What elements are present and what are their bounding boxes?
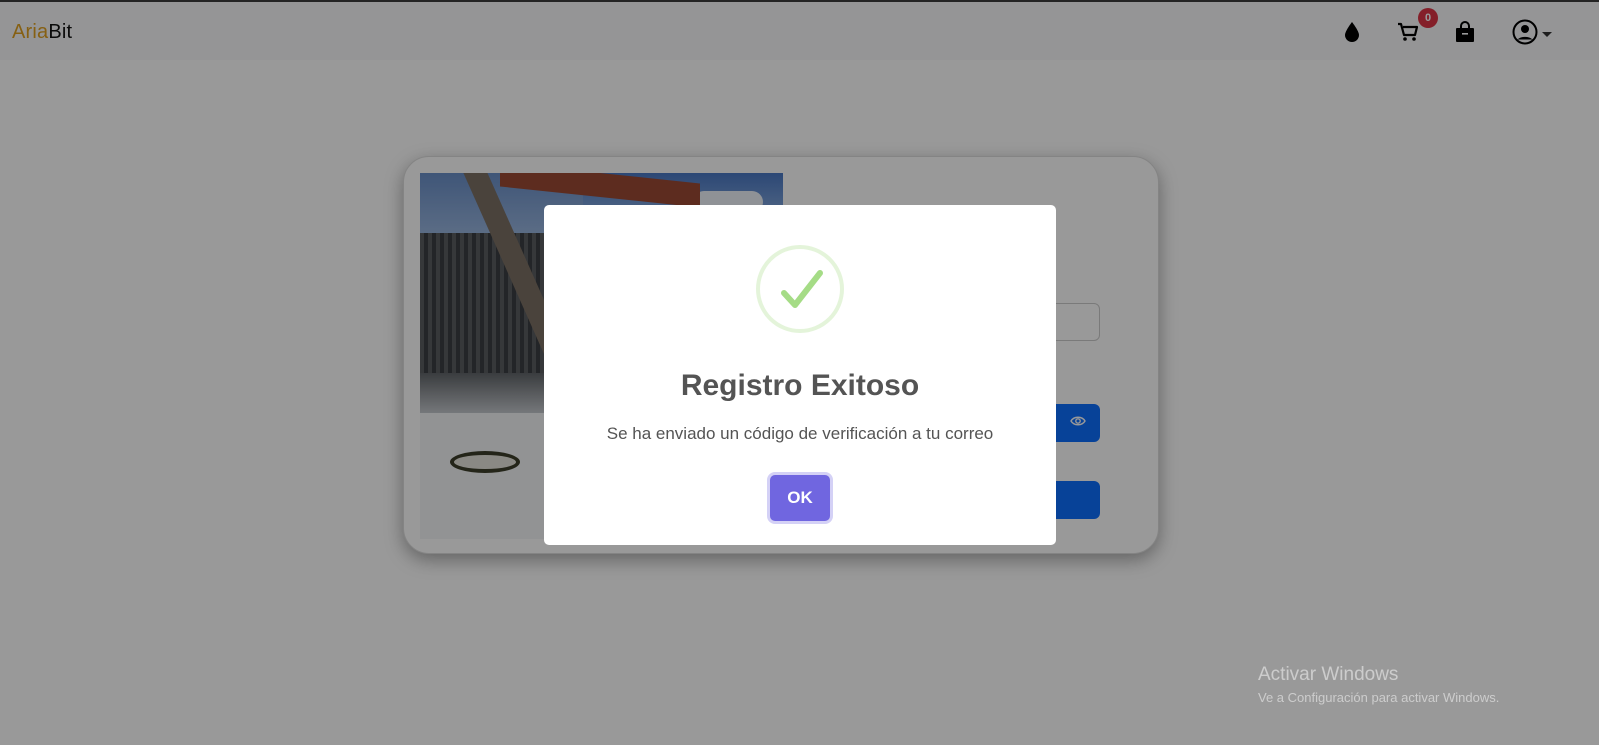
dialog-title: Registro Exitoso [680, 369, 920, 402]
success-check-icon [756, 245, 844, 333]
watermark-subtitle: Ve a Configuración para activar Windows. [1258, 690, 1500, 705]
dialog-message: Se ha enviado un código de verificación … [606, 424, 994, 443]
ok-button[interactable]: OK [770, 475, 830, 521]
watermark-title: Activar Windows [1258, 664, 1399, 685]
windows-activation-watermark: Activar Windows Ve a Configuración para … [1258, 664, 1499, 705]
success-dialog: Registro Exitoso Se ha enviado un código… [544, 205, 1056, 545]
